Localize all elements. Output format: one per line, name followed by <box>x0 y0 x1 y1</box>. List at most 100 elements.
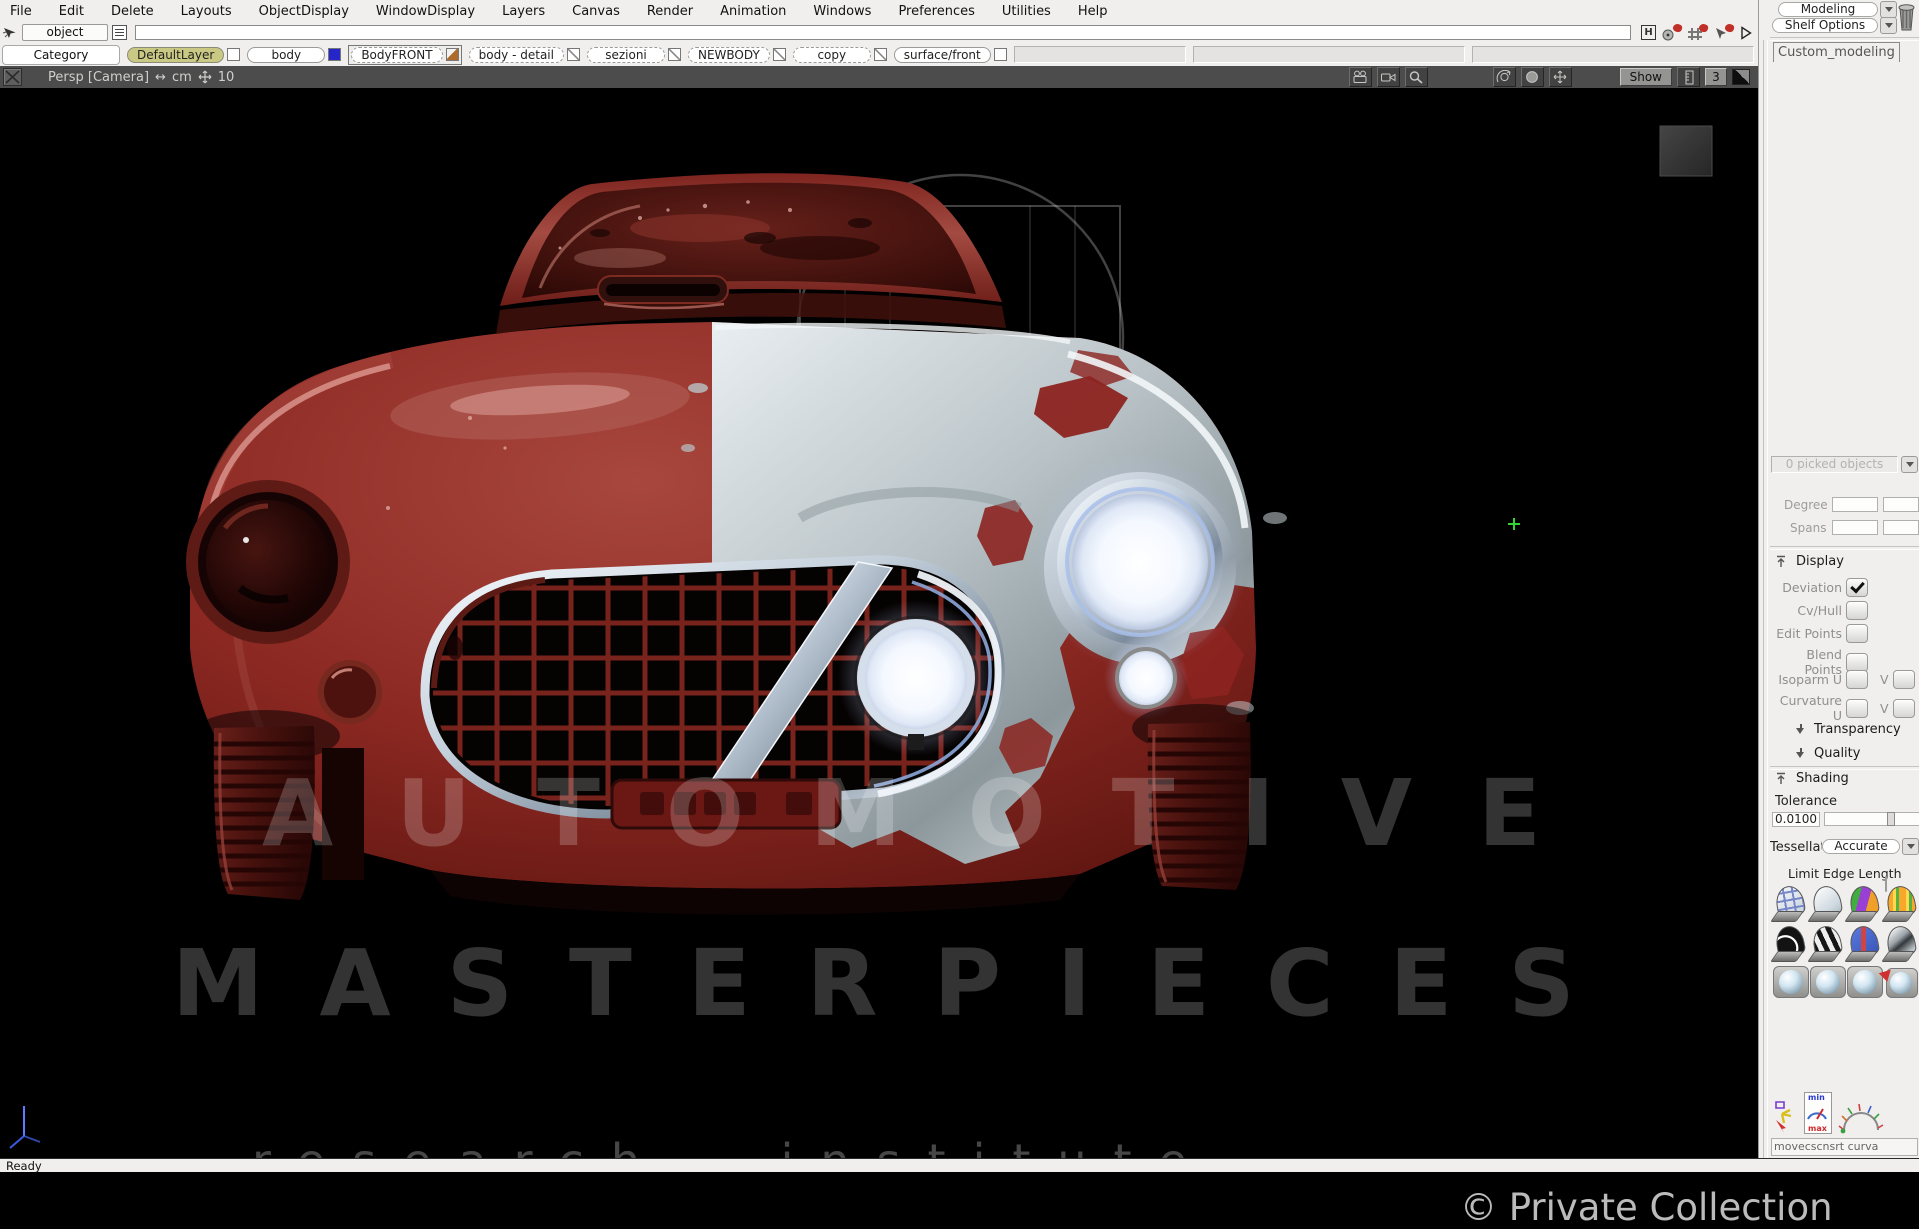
layer-swatch-empty[interactable] <box>994 48 1007 61</box>
history-toggle-icon[interactable]: H <box>1641 25 1656 40</box>
layer-chip-copy[interactable]: copy <box>793 47 887 63</box>
degree-input-u[interactable] <box>1832 497 1878 512</box>
menu-file[interactable]: File <box>10 4 32 19</box>
degree-input-v[interactable] <box>1883 497 1919 512</box>
tolerance-slider[interactable] <box>1824 812 1919 826</box>
shaded-sphere-icon[interactable] <box>1521 67 1544 87</box>
menu-delete[interactable]: Delete <box>111 4 154 19</box>
layer-swatch-slash[interactable] <box>567 48 580 61</box>
menu-windows[interactable]: Windows <box>813 4 871 19</box>
dice-random-icon[interactable] <box>1662 25 1682 41</box>
shading-section-header[interactable]: Shading <box>1776 771 1849 786</box>
chrome-shader-icon[interactable] <box>1884 926 1918 962</box>
video-camera-icon[interactable] <box>1377 67 1400 87</box>
window-corner-icon[interactable] <box>1732 69 1750 85</box>
prompt-object-field[interactable]: object <box>22 24 108 41</box>
magnifier-icon[interactable] <box>1405 67 1428 87</box>
curvature-u-checkbox[interactable] <box>1846 699 1868 718</box>
pointer-snap-icon[interactable] <box>1714 25 1734 41</box>
menu-layers[interactable]: Layers <box>502 4 545 19</box>
show-button[interactable]: Show <box>1620 68 1672 86</box>
menu-windowdisplay[interactable]: WindowDisplay <box>376 4 475 19</box>
tool-palette-panel: Modeling Shelf Options Custom_modeling 0… <box>1770 0 1919 1158</box>
curvature-v-checkbox[interactable] <box>1893 699 1915 718</box>
blend-points-checkbox[interactable] <box>1846 653 1868 672</box>
menu-objectdisplay[interactable]: ObjectDisplay <box>259 4 349 19</box>
menu-utilities[interactable]: Utilities <box>1002 4 1051 19</box>
status-bar: Ready <box>0 1158 1919 1172</box>
isoparm-u-checkbox[interactable] <box>1846 670 1868 689</box>
picked-objects-dropdown-icon[interactable] <box>1901 456 1918 473</box>
layer-chip-bodyfront[interactable]: BodyFRONT <box>348 45 461 65</box>
view-count-button[interactable]: 3 <box>1705 68 1727 86</box>
orange-stripe-shader-icon[interactable] <box>1884 886 1918 922</box>
viewport-unit: cm <box>172 70 192 85</box>
tolerance-slider-thumb[interactable] <box>1887 812 1895 826</box>
layer-empty-slot <box>1014 46 1186 63</box>
shelf-options-menu[interactable]: Shelf Options <box>1772 17 1897 34</box>
layer-chip-newbody[interactable]: NEWBODY <box>688 47 786 63</box>
wireframe-shader-icon[interactable] <box>1773 886 1807 922</box>
layer-chip-body[interactable]: body <box>247 47 341 63</box>
layer-swatch-slash[interactable] <box>668 48 681 61</box>
plain-shader-icon[interactable] <box>1810 886 1844 922</box>
edit-points-checkbox[interactable] <box>1846 624 1868 643</box>
spans-input-u[interactable] <box>1832 520 1878 535</box>
shelf-options-dropdown-icon[interactable] <box>1880 17 1897 34</box>
menu-render[interactable]: Render <box>647 4 693 19</box>
shelf-tab-custom-modeling[interactable]: Custom_modeling <box>1773 42 1900 62</box>
pan-view-icon[interactable] <box>1549 67 1572 87</box>
multicolor-shader-icon[interactable] <box>1847 886 1881 922</box>
spans-input-v[interactable] <box>1883 520 1919 535</box>
layer-chip-surface-front[interactable]: surface/front <box>894 47 1007 63</box>
menu-canvas[interactable]: Canvas <box>572 4 620 19</box>
display-section-header[interactable]: Display <box>1776 554 1844 569</box>
palette-menu[interactable]: Modeling <box>1778 1 1897 18</box>
command-input[interactable] <box>135 25 1631 40</box>
layer-swatch-slash[interactable] <box>773 48 786 61</box>
render-camera-icon[interactable] <box>1349 67 1372 87</box>
sphere-tool-icon[interactable] <box>1886 968 1918 998</box>
isoparm-v-checkbox[interactable] <box>1893 670 1915 689</box>
deviation-checkbox[interactable] <box>1846 578 1868 597</box>
snap-grid-icon[interactable] <box>1688 25 1708 41</box>
tessellator-combo[interactable]: Accurate <box>1822 838 1919 855</box>
curvature-comb-icon[interactable] <box>1838 1100 1884 1134</box>
sphere-preview-icon[interactable] <box>1810 966 1846 998</box>
cvhull-checkbox[interactable] <box>1846 601 1868 620</box>
category-button[interactable]: Category <box>2 45 120 65</box>
car-model-render[interactable] <box>0 88 1758 1158</box>
locator-tool-icon[interactable] <box>1772 1100 1798 1134</box>
menu-edit[interactable]: Edit <box>59 4 84 19</box>
tolerance-input[interactable]: 0.0100 <box>1772 812 1820 827</box>
trash-icon[interactable] <box>1896 2 1917 32</box>
menu-help[interactable]: Help <box>1078 4 1108 19</box>
tessellator-dropdown-icon[interactable] <box>1902 838 1919 855</box>
prompt-history-icon[interactable] <box>112 25 127 40</box>
layer-chip-defaultlayer[interactable]: DefaultLayer <box>127 47 240 63</box>
layer-swatch-slash[interactable] <box>874 48 887 61</box>
ruler-icon[interactable] <box>1677 67 1700 87</box>
menu-animation[interactable]: Animation <box>720 4 786 19</box>
layer-swatch-empty[interactable] <box>227 48 240 61</box>
3d-viewport[interactable]: AUTOMOTIVE MASTERPIECES research institu… <box>0 88 1758 1158</box>
viewport-close-icon[interactable] <box>3 68 22 86</box>
play-prompt-icon[interactable] <box>1740 26 1752 40</box>
sphere-preview-icon[interactable] <box>1773 966 1809 998</box>
quality-section-header[interactable]: Quality <box>1796 746 1860 761</box>
layer-chip-sezioni[interactable]: sezioni <box>587 47 681 63</box>
transparency-section-header[interactable]: Transparency <box>1796 722 1901 737</box>
grid-size-icon <box>198 70 212 84</box>
zebra-shader-icon[interactable] <box>1810 926 1844 962</box>
layer-swatch-orange[interactable] <box>446 48 459 61</box>
orbit-view-icon[interactable] <box>1493 67 1516 87</box>
black-curve-shader-icon[interactable] <box>1773 926 1807 962</box>
palette-menu-dropdown-icon[interactable] <box>1880 1 1897 18</box>
sphere-preview-icon[interactable] <box>1847 966 1883 998</box>
menu-layouts[interactable]: Layouts <box>181 4 232 19</box>
deviation-gauge-icon[interactable]: min max <box>1804 1092 1832 1134</box>
blue-red-stripe-shader-icon[interactable] <box>1847 926 1881 962</box>
menu-preferences[interactable]: Preferences <box>898 4 974 19</box>
layer-swatch-blue[interactable] <box>328 48 341 61</box>
layer-chip-body-detail[interactable]: body - detail <box>469 47 580 63</box>
